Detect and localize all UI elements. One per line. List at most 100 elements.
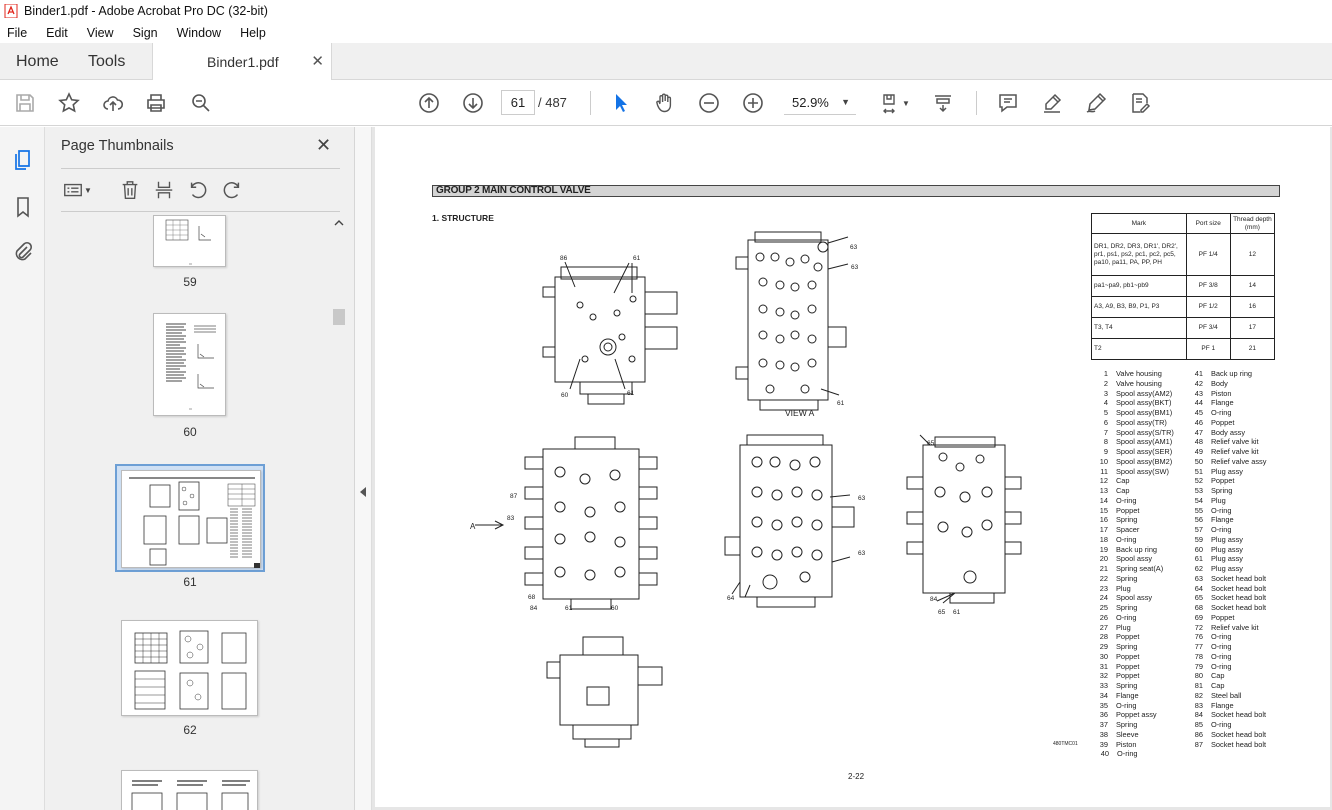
scroll-up-arrow-icon[interactable]	[332, 217, 346, 229]
svg-text:87: 87	[510, 493, 518, 500]
menu-window[interactable]: Window	[174, 26, 224, 40]
menu-sign[interactable]: Sign	[130, 26, 161, 40]
svg-text:68: 68	[528, 594, 536, 601]
share-upload-button[interactable]	[100, 90, 126, 116]
svg-text:63: 63	[858, 495, 866, 502]
list-item: 3 Spool assy(AM2) 43 Piston	[1095, 389, 1285, 399]
split-pages-button[interactable]	[151, 177, 177, 203]
close-tab-icon[interactable]: ✕	[311, 52, 324, 70]
part-number: 32	[1099, 671, 1108, 681]
thumbnail-options-button[interactable]: ▼	[59, 177, 95, 203]
part-name: Plug assy	[1210, 554, 1243, 564]
part-number: 21	[1099, 564, 1108, 573]
page-number-input[interactable]: 61	[501, 90, 535, 115]
svg-text:A: A	[470, 522, 476, 531]
thumbnail-page-62[interactable]	[121, 620, 258, 716]
part-name: Relief valve assy	[1210, 456, 1267, 466]
part-name: Steel ball	[1210, 690, 1242, 700]
part-number: 72	[1194, 622, 1203, 632]
panel-divider	[61, 168, 340, 169]
menu-file[interactable]: File	[4, 26, 30, 40]
part-name: Poppet	[1115, 661, 1140, 671]
bookmarks-button[interactable]	[10, 194, 36, 220]
hand-icon	[656, 93, 672, 113]
menu-view[interactable]: View	[84, 26, 117, 40]
table-cell: A3, A9, B3, B9, P1, P3	[1091, 296, 1187, 318]
panel-title: Page Thumbnails	[61, 138, 174, 154]
part-name: O-ring	[1210, 651, 1232, 661]
page-thumbnails-button[interactable]	[10, 147, 36, 173]
previous-page-button[interactable]	[416, 90, 442, 116]
next-page-button[interactable]	[460, 90, 486, 116]
part-name: Plug	[1115, 583, 1131, 593]
part-number: 9	[1103, 447, 1108, 456]
list-item: 19 Back up ring 60 Plug assy	[1095, 545, 1285, 555]
close-panel-icon[interactable]: ✕	[316, 135, 331, 156]
comment-button[interactable]	[995, 90, 1021, 116]
bookmark-star-button[interactable]	[56, 90, 82, 116]
part-number: 25	[1099, 603, 1108, 612]
part-number: 12	[1099, 476, 1108, 486]
part-name: Piston	[1115, 739, 1137, 749]
part-name: Plug assy	[1210, 534, 1243, 544]
scrollbar-thumb[interactable]	[333, 309, 345, 325]
part-number: 4	[1103, 398, 1108, 408]
part-name: Body assy	[1210, 427, 1246, 437]
menu-help[interactable]: Help	[237, 26, 269, 40]
zoom-level-select[interactable]: 52.9% ▼	[784, 90, 856, 115]
part-name: Spool assy(S/TR)	[1115, 427, 1174, 437]
part-name: Spring	[1115, 603, 1138, 612]
scroll-mode-button[interactable]	[930, 90, 956, 116]
part-name: Spring	[1115, 515, 1138, 525]
page-fit-button[interactable]: ▼	[874, 90, 914, 116]
hand-tool-button[interactable]	[652, 90, 678, 116]
highlighter-pen-icon	[1044, 93, 1062, 113]
thumbnail-page-63[interactable]	[121, 770, 258, 810]
part-number: 80	[1194, 671, 1203, 681]
tab-home[interactable]: Home	[16, 43, 59, 80]
scroll-mode-icon	[935, 95, 951, 113]
zoom-out-button[interactable]	[696, 90, 722, 116]
list-item: 16 Spring 56 Flange	[1095, 515, 1285, 525]
list-item: 7 Spool assy(S/TR) 47 Body assy	[1095, 428, 1285, 438]
part-name: Poppet	[1210, 476, 1235, 486]
rotate-counterclockwise-button[interactable]	[185, 177, 211, 203]
print-button[interactable]	[143, 90, 169, 116]
find-button[interactable]	[188, 90, 214, 116]
list-item: 11 Spool assy(SW) 51 Plug assy	[1095, 467, 1285, 477]
table-cell: DR1, DR2, DR3, DR1', DR2', pr1, ps1, ps2…	[1091, 233, 1187, 276]
thumbnail-page-61[interactable]	[121, 470, 261, 568]
tab-tools[interactable]: Tools	[88, 43, 125, 80]
document-viewer[interactable]: GROUP 2 MAIN CONTROL VALVE 1. STRUCTURE	[372, 127, 1332, 810]
delete-pages-button[interactable]	[117, 177, 143, 203]
part-name: Spool assy	[1115, 593, 1153, 603]
attachments-button[interactable]	[10, 239, 36, 265]
part-name: O-ring	[1210, 505, 1232, 515]
save-button[interactable]	[12, 90, 38, 116]
select-tool-button[interactable]	[608, 90, 634, 116]
part-name: Valve housing	[1115, 369, 1162, 378]
menu-edit[interactable]: Edit	[43, 26, 71, 40]
part-number: 56	[1194, 515, 1203, 525]
panel-collapse-strip[interactable]	[355, 127, 372, 810]
highlight-button[interactable]	[1039, 90, 1065, 116]
part-name: Spool assy(AM1)	[1115, 437, 1173, 447]
list-item: 24 Spool assy 65 Socket head bolt	[1095, 593, 1285, 603]
rotate-clockwise-button[interactable]	[219, 177, 245, 203]
part-number: 86	[1194, 729, 1203, 739]
thumbnail-page-60[interactable]	[153, 313, 226, 416]
part-number: 84	[1194, 710, 1203, 720]
zoom-in-button[interactable]	[740, 90, 766, 116]
collapse-panel-arrow-icon[interactable]	[355, 485, 372, 499]
svg-text:60: 60	[611, 605, 619, 612]
edit-pdf-button[interactable]	[1127, 90, 1153, 116]
thumbnail-page-59[interactable]	[153, 215, 226, 267]
view-a-label: VIEW A	[785, 408, 815, 418]
thumbnail-scrollbar[interactable]	[332, 215, 346, 810]
tab-document[interactable]: Binder1.pdf ✕	[152, 43, 332, 81]
part-name: Flange	[1210, 700, 1234, 710]
table-cell: 17	[1229, 317, 1276, 339]
sign-button[interactable]	[1083, 90, 1109, 116]
main-toolbar: 61 / 487 52.9% ▼ ▼	[0, 80, 1332, 126]
part-name: O-ring	[1117, 749, 1138, 759]
